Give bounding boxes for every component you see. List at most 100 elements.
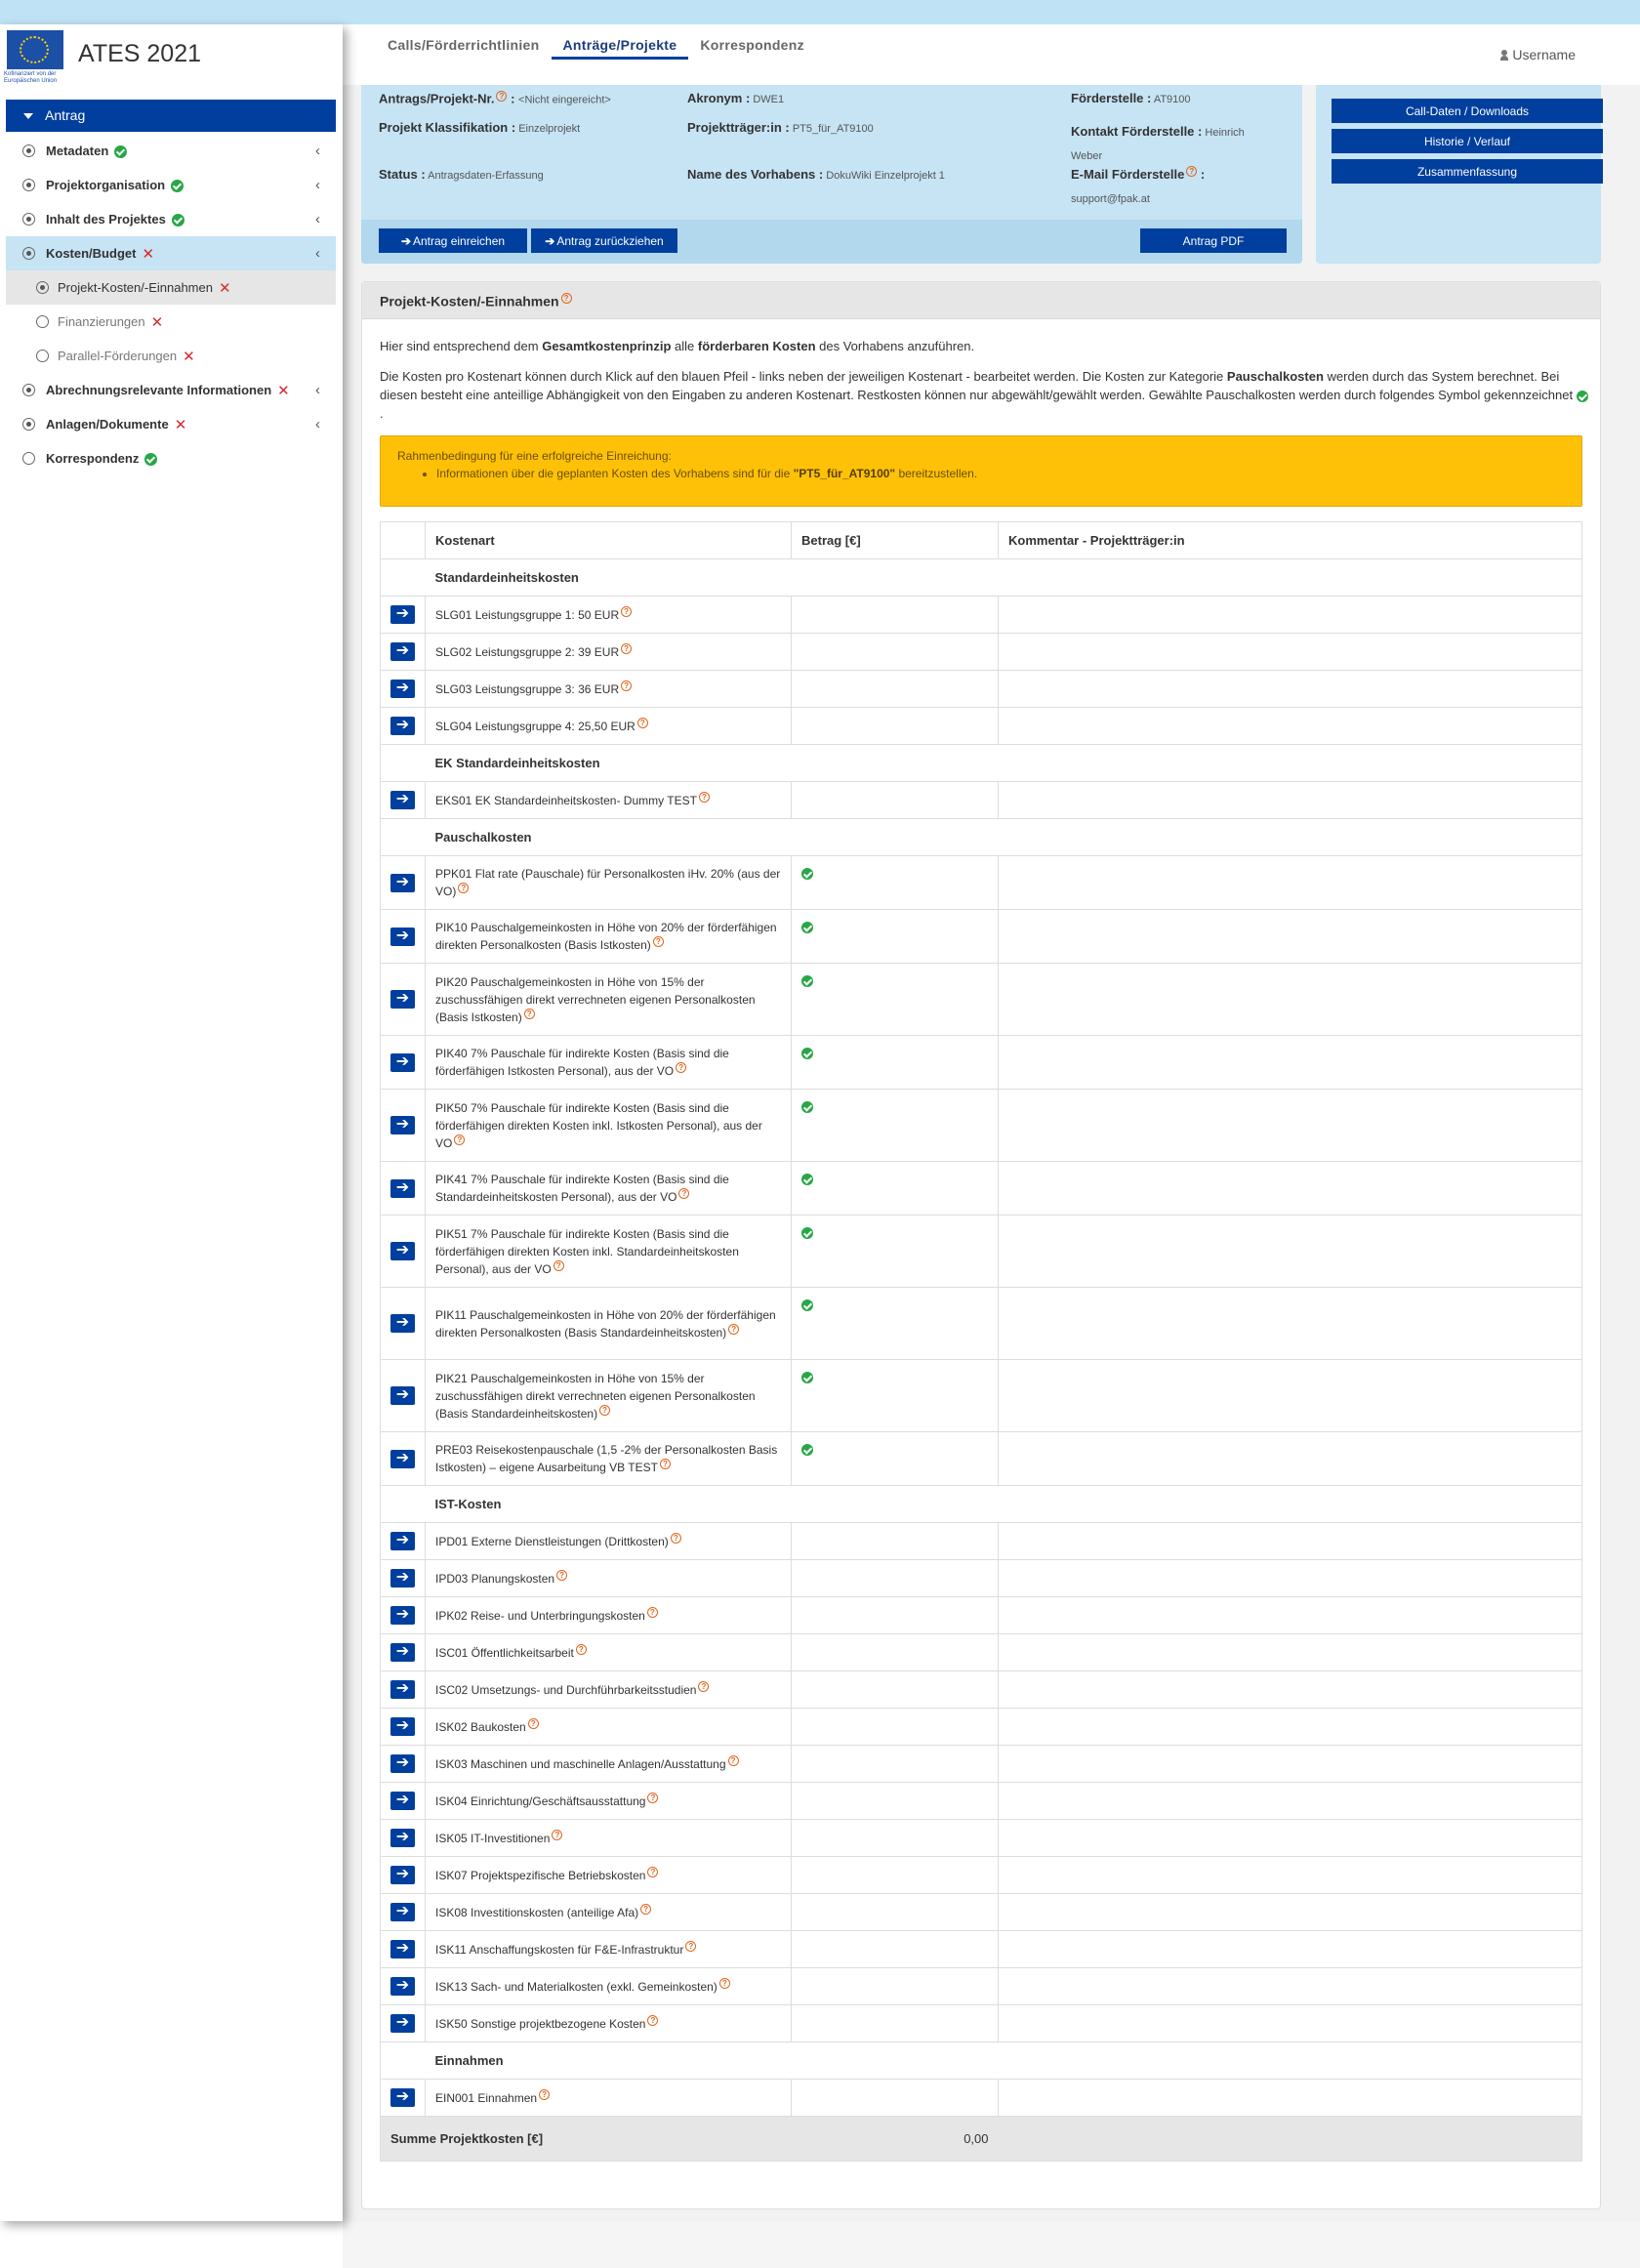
kostenart-label: SLG03 Leistungsgruppe 3: 36 EUR — [435, 681, 620, 696]
sidebar-item-antrag[interactable]: Antrag — [6, 100, 336, 132]
edit-arrow-button[interactable]: ➔ — [390, 791, 415, 809]
edit-arrow-button[interactable]: ➔ — [390, 1449, 415, 1468]
help-icon[interactable]: ? — [454, 1134, 466, 1145]
help-icon[interactable]: ? — [496, 91, 508, 102]
help-icon[interactable]: ? — [727, 1754, 739, 1766]
edit-arrow-button[interactable]: ➔ — [390, 873, 415, 892]
edit-arrow-button[interactable]: ➔ — [390, 1792, 415, 1810]
antrag-einreichen-button[interactable]: ➔ Antrag einreichen — [379, 228, 527, 253]
help-icon[interactable]: ? — [698, 1680, 710, 1692]
antrag-pdf-button[interactable]: Antrag PDF — [1140, 228, 1287, 253]
kontakt-field: Kontakt Förderstelle : Heinrich Weber — [1071, 120, 1245, 168]
help-icon[interactable]: ? — [728, 1323, 740, 1335]
edit-arrow-button[interactable]: ➔ — [390, 2014, 415, 2033]
help-icon[interactable]: ? — [647, 1792, 659, 1803]
chevron-left-icon[interactable]: ‹ — [315, 211, 320, 227]
edit-arrow-button[interactable]: ➔ — [390, 927, 415, 946]
edit-cell: ➔ — [380, 707, 426, 745]
edit-arrow-button[interactable]: ➔ — [390, 717, 415, 735]
tab-calls[interactable]: Calls/Förderrichtlinien — [376, 37, 552, 59]
help-icon[interactable]: ? — [685, 1940, 697, 1952]
radio-dot-icon — [22, 384, 35, 396]
help-icon[interactable]: ? — [676, 1062, 687, 1073]
antrag-zurueckziehen-button[interactable]: ➔ Antrag zurückziehen — [531, 228, 677, 253]
sidebar-item-parallel-foerderungen[interactable]: Parallel-Förderungen ✕ — [6, 339, 336, 373]
edit-arrow-button[interactable]: ➔ — [390, 1977, 415, 1996]
edit-arrow-button[interactable]: ➔ — [390, 1717, 415, 1736]
help-icon[interactable]: ? — [621, 642, 633, 654]
edit-arrow-button[interactable]: ➔ — [390, 1532, 415, 1550]
help-icon[interactable]: ? — [556, 1569, 568, 1581]
edit-arrow-button[interactable]: ➔ — [390, 1866, 415, 1884]
sidebar-item-projektorganisation[interactable]: Projektorganisation ‹ — [6, 168, 336, 202]
user-menu[interactable]: Username — [1500, 47, 1576, 62]
help-icon[interactable]: ? — [718, 1977, 730, 1989]
help-icon[interactable]: ? — [552, 1829, 563, 1840]
chevron-left-icon[interactable]: ‹ — [315, 416, 320, 433]
help-icon[interactable]: ? — [527, 1717, 539, 1729]
help-icon[interactable]: ? — [647, 1866, 659, 1877]
table-row: ➔ SLG01 Leistungsgruppe 1: 50 EUR? — [380, 596, 1582, 634]
help-icon[interactable]: ? — [458, 883, 470, 893]
chevron-left-icon[interactable]: ‹ — [315, 245, 320, 262]
sidebar-item-finanzierungen[interactable]: Finanzierungen ✕ — [6, 305, 336, 339]
sidebar-item-inhalt[interactable]: Inhalt des Projektes ‹ — [6, 202, 336, 236]
chevron-left-icon[interactable]: ‹ — [315, 177, 320, 193]
edit-arrow-button[interactable]: ➔ — [390, 1643, 415, 1662]
edit-arrow-button[interactable]: ➔ — [390, 1386, 415, 1405]
help-icon[interactable]: ? — [539, 2088, 551, 2100]
intro-text: Hier sind entsprechend dem Gesamtkostenp… — [380, 337, 1590, 434]
tab-antraege-projekte[interactable]: Anträge/Projekte — [551, 37, 689, 60]
help-icon[interactable]: ? — [575, 1643, 587, 1655]
edit-arrow-button[interactable]: ➔ — [390, 1569, 415, 1588]
edit-arrow-button[interactable]: ➔ — [390, 1680, 415, 1699]
sidebar-item-anlagen-dokumente[interactable]: Anlagen/Dokumente ✕ ‹ — [6, 407, 336, 441]
help-icon[interactable]: ? — [646, 1606, 658, 1618]
sidebar-item-projekt-kosten[interactable]: Projekt-Kosten/-Einnahmen ✕ — [6, 270, 336, 305]
edit-arrow-button[interactable]: ➔ — [390, 1940, 415, 1959]
help-icon[interactable]: ? — [636, 717, 648, 728]
historie-button[interactable]: Historie / Verlauf — [1332, 129, 1603, 153]
help-icon[interactable]: ? — [621, 605, 633, 617]
help-icon[interactable]: ? — [553, 1259, 564, 1271]
help-icon[interactable]: ? — [652, 936, 664, 947]
chevron-left-icon[interactable]: ‹ — [315, 143, 320, 159]
sidebar-item-abrechnungsrelevante-informationen[interactable]: Abrechnungsrelevante Informationen ✕ ‹ — [6, 373, 336, 407]
help-icon[interactable]: ? — [647, 2014, 659, 2026]
help-icon[interactable]: ? — [560, 293, 572, 304]
edit-arrow-button[interactable]: ➔ — [390, 1903, 415, 1921]
edit-arrow-button[interactable]: ➔ — [390, 1052, 415, 1072]
table-row: ➔ SLG03 Leistungsgruppe 3: 36 EUR? — [380, 670, 1582, 708]
chevron-left-icon[interactable]: ‹ — [315, 382, 320, 398]
sidebar-item-metadaten[interactable]: Metadaten ‹ — [6, 134, 336, 168]
edit-arrow-button[interactable]: ➔ — [390, 605, 415, 624]
kommentar-cell — [998, 1893, 1582, 1931]
help-icon[interactable]: ? — [621, 680, 633, 691]
edit-arrow-button[interactable]: ➔ — [390, 1314, 415, 1333]
edit-arrow-button[interactable]: ➔ — [390, 1829, 415, 1847]
zusammenfassung-button[interactable]: Zusammenfassung — [1332, 159, 1603, 184]
help-icon[interactable]: ? — [599, 1404, 611, 1416]
sidebar-item-kosten-budget[interactable]: Kosten/Budget ✕ ‹ — [6, 236, 336, 270]
edit-arrow-button[interactable]: ➔ — [390, 1116, 415, 1134]
help-icon[interactable]: ? — [523, 1008, 535, 1019]
edit-arrow-button[interactable]: ➔ — [390, 1242, 415, 1260]
sidebar-item-korrespondenz[interactable]: Korrespondenz — [6, 441, 336, 475]
radio-dot-icon — [36, 281, 49, 294]
edit-arrow-button[interactable]: ➔ — [390, 680, 415, 698]
sidebar-nav: Antrag Metadaten ‹ Projektorganisation ‹… — [6, 100, 336, 475]
help-icon[interactable]: ? — [670, 1532, 681, 1544]
call-daten-button[interactable]: Call-Daten / Downloads — [1332, 99, 1603, 123]
help-icon[interactable]: ? — [1186, 166, 1198, 178]
edit-arrow-button[interactable]: ➔ — [390, 642, 415, 661]
edit-arrow-button[interactable]: ➔ — [390, 1754, 415, 1773]
help-icon[interactable]: ? — [678, 1188, 690, 1199]
edit-arrow-button[interactable]: ➔ — [390, 990, 415, 1009]
help-icon[interactable]: ? — [640, 1903, 652, 1915]
help-icon[interactable]: ? — [659, 1459, 671, 1469]
edit-arrow-button[interactable]: ➔ — [390, 2088, 415, 2107]
help-icon[interactable]: ? — [698, 791, 710, 803]
edit-arrow-button[interactable]: ➔ — [390, 1178, 415, 1198]
tab-korrespondenz[interactable]: Korrespondenz — [688, 37, 816, 59]
edit-arrow-button[interactable]: ➔ — [390, 1606, 415, 1625]
